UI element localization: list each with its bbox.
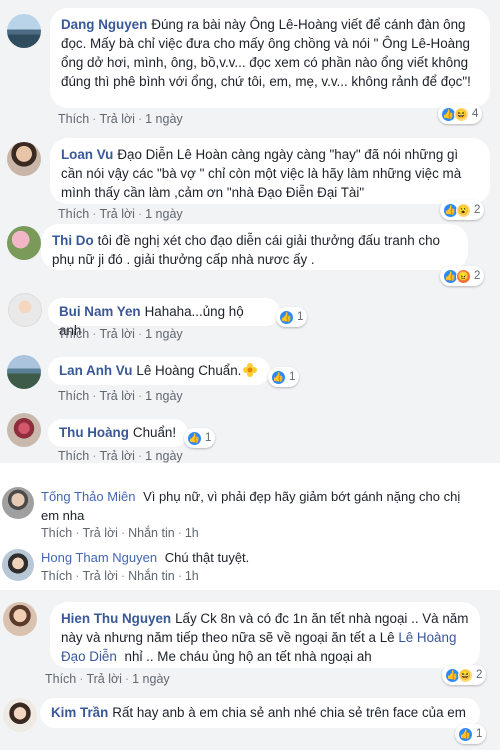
timestamp[interactable]: 1 ngày (132, 672, 170, 686)
comment-text: Chuẩn! (132, 425, 177, 440)
reply-link[interactable]: Trả lời (99, 112, 135, 126)
like-reaction-icon: 👍 (271, 369, 286, 385)
reaction-count[interactable]: 👍 😠 2 (440, 266, 485, 286)
comment-bubble: Lan Anh Vu Lê Hoàng Chuẩn. (48, 357, 270, 385)
message-link[interactable]: Nhắn tin (128, 526, 175, 540)
avatar[interactable] (7, 413, 41, 447)
like-reaction-icon: 👍 (279, 309, 294, 325)
reaction-count[interactable]: 👍 1 (276, 307, 308, 327)
avatar[interactable] (2, 487, 34, 519)
timestamp[interactable]: 1 ngày (145, 327, 183, 341)
avatar[interactable] (8, 293, 42, 327)
comment-actions: Thích · Trả lời · 1 ngày (45, 672, 170, 686)
commenter-name[interactable]: Kim Trần (51, 705, 108, 720)
avatar[interactable] (7, 14, 41, 48)
avatar[interactable] (7, 355, 41, 389)
haha-reaction-icon: 😆 (454, 106, 469, 122)
comment-body: Tống Thảo Miên Vì phụ nữ, vì phải đẹp hã… (41, 487, 461, 525)
comment-text: Lê Hoàng Chuẩn. (136, 363, 242, 378)
like-link[interactable]: Thích (58, 327, 89, 341)
comment-bubble: Loan Vu Đạo Diễn Lê Hoàn càng ngày càng "… (50, 138, 490, 204)
like-reaction-icon: 👍 (187, 430, 202, 446)
commenter-name[interactable]: Bui Nam Yen (59, 304, 141, 319)
like-link[interactable]: Thích (41, 526, 72, 540)
reply-link[interactable]: Trả lời (99, 449, 135, 463)
comment-body: Hong Tham Nguyen Chú thật tuyệt. (41, 548, 461, 567)
reaction-count[interactable]: 👍 😆 2 (442, 665, 487, 685)
like-link[interactable]: Thích (58, 389, 89, 403)
comment-bubble: Hien Thu Nguyen Lấy Ck 8n và có đc 1n ăn … (50, 602, 480, 668)
comment-text: Rất hay anb à em chia sẻ anh nhé chia sẻ… (112, 705, 466, 720)
comment-actions: Thích · Trả lời · 1 ngày (58, 207, 183, 221)
avatar[interactable] (7, 226, 41, 260)
comment-actions: Thích · Trả lời · Nhắn tin · 1h (41, 569, 199, 583)
comments-section-bottom: Hien Thu Nguyen Lấy Ck 8n và có đc 1n ăn … (0, 590, 500, 750)
reply-link[interactable]: Trả lời (82, 569, 118, 583)
timestamp[interactable]: 1 ngày (145, 112, 183, 126)
avatar[interactable] (3, 698, 37, 732)
comment-bubble: Dang Nguyen Đúng ra bài này Ông Lê-Hoàng … (50, 8, 490, 108)
reply-link[interactable]: Trả lời (82, 526, 118, 540)
comment-bubble: Bui Nam Yen Hahaha...ủng hộ anh (48, 298, 280, 338)
reaction-count[interactable]: 👍 1 (455, 724, 487, 744)
like-link[interactable]: Thích (41, 569, 72, 583)
commenter-name[interactable]: Hong Tham Nguyen (41, 550, 157, 565)
comment-text: Đạo Diễn Lê Hoàn càng ngày càng "hay" đã… (61, 147, 462, 200)
commenter-name[interactable]: Tống Thảo Miên (41, 489, 135, 504)
comment-text: Chú thật tuyệt. (164, 550, 250, 565)
reply-link[interactable]: Trả lời (99, 389, 135, 403)
comment-actions: Thích · Trả lời · Nhắn tin · 1h (41, 526, 199, 540)
comment-actions: Thích · Trả lời · 1 ngày (58, 112, 183, 126)
comment-actions: Thích · Trả lời · 1 ngày (58, 389, 183, 403)
comment-bubble: Thi Do tôi đề nghị xét cho đạo diễn cái g… (41, 224, 468, 270)
reaction-count[interactable]: 👍 😆 4 (438, 104, 483, 124)
message-link[interactable]: Nhắn tin (128, 569, 175, 583)
angry-reaction-icon: 😠 (456, 268, 471, 284)
avatar[interactable] (7, 142, 41, 176)
wow-reaction-icon: 😮 (456, 202, 471, 218)
like-link[interactable]: Thích (58, 449, 89, 463)
haha-reaction-icon: 😆 (458, 667, 473, 683)
timestamp[interactable]: 1 ngày (145, 207, 183, 221)
timestamp[interactable]: 1h (185, 569, 199, 583)
timestamp[interactable]: 1 ngày (145, 389, 183, 403)
commenter-name[interactable]: Dang Nguyen (61, 17, 147, 32)
reaction-count[interactable]: 👍 1 (268, 367, 300, 387)
commenter-name[interactable]: Thi Do (52, 233, 94, 248)
timestamp[interactable]: 1 ngày (145, 449, 183, 463)
comment-text: nhỉ .. Me cháu ủng hộ an tết nhà ngoại a… (120, 649, 372, 664)
commenter-name[interactable]: Hien Thu Nguyen (61, 611, 171, 626)
comment-text: tôi đề nghị xét cho đạo diễn cái giải th… (52, 233, 440, 267)
comment-bubble: Kim Trần Rất hay anb à em chia sẻ anh nhé… (40, 698, 480, 728)
reply-link[interactable]: Trả lời (99, 327, 135, 341)
like-link[interactable]: Thích (58, 112, 89, 126)
comments-section-mobile: Tống Thảo Miên Vì phụ nữ, vì phải đẹp hã… (0, 463, 500, 590)
comments-section-top: Dang Nguyen Đúng ra bài này Ông Lê-Hoàng … (0, 0, 500, 463)
commenter-name[interactable]: Lan Anh Vu (59, 363, 132, 378)
like-link[interactable]: Thích (45, 672, 76, 686)
flower-sticker-icon (243, 363, 258, 377)
reaction-count[interactable]: 👍 1 (184, 428, 216, 448)
reply-link[interactable]: Trả lời (99, 207, 135, 221)
avatar[interactable] (2, 549, 34, 581)
reply-link[interactable]: Trả lời (86, 672, 122, 686)
comment-actions: Thích · Trả lời · 1 ngày (58, 327, 183, 341)
like-link[interactable]: Thích (58, 207, 89, 221)
comment-bubble: Thu Hoàng Chuẩn! (48, 419, 188, 447)
like-reaction-icon: 👍 (458, 726, 473, 742)
timestamp[interactable]: 1h (185, 526, 199, 540)
commenter-name[interactable]: Thu Hoàng (59, 425, 129, 440)
commenter-name[interactable]: Loan Vu (61, 147, 113, 162)
reaction-count[interactable]: 👍 😮 2 (440, 200, 485, 220)
avatar[interactable] (3, 602, 37, 636)
comment-actions: Thích · Trả lời · 1 ngày (58, 449, 183, 463)
